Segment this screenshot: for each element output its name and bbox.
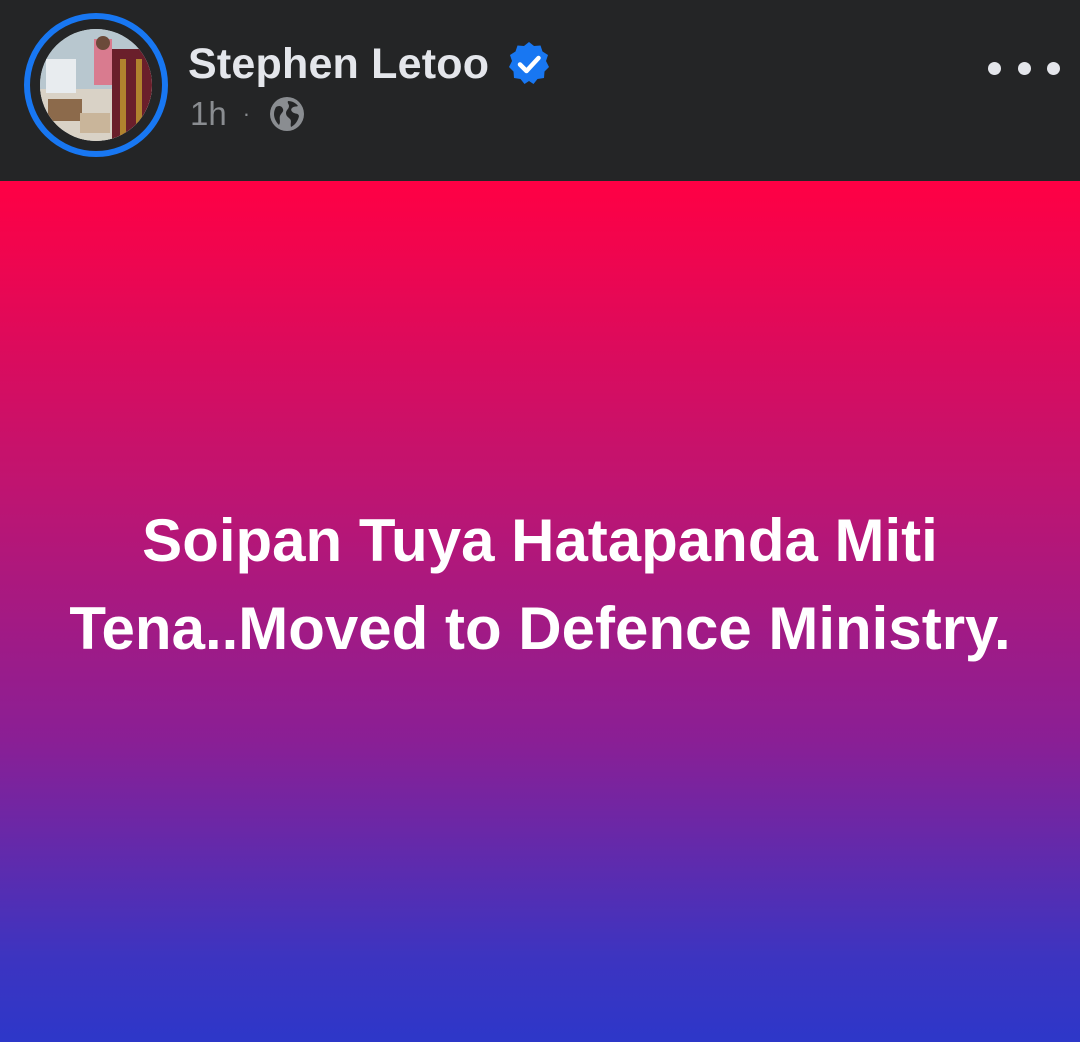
post-meta: 1h · [190, 92, 306, 136]
post-background-card[interactable]: Soipan Tuya Hatapanda Miti Tena..Moved t… [0, 181, 1080, 1042]
more-dot [1017, 61, 1031, 75]
meta-separator: · [242, 101, 251, 126]
avatar[interactable] [40, 29, 152, 141]
avatar-image [40, 29, 152, 141]
globe-icon[interactable] [268, 95, 306, 133]
more-dot [1047, 61, 1060, 75]
timestamp[interactable]: 1h [190, 95, 227, 133]
more-dot [988, 61, 1001, 75]
author-row: Stephen Letoo [188, 38, 553, 90]
post-header: Stephen Letoo 1h · [0, 0, 1080, 181]
verified-badge-icon [505, 40, 553, 88]
more-options-icon[interactable] [988, 50, 1060, 86]
story-ring[interactable] [24, 13, 168, 157]
author-name[interactable]: Stephen Letoo [188, 40, 489, 89]
post-text: Soipan Tuya Hatapanda Miti Tena..Moved t… [69, 506, 1011, 662]
